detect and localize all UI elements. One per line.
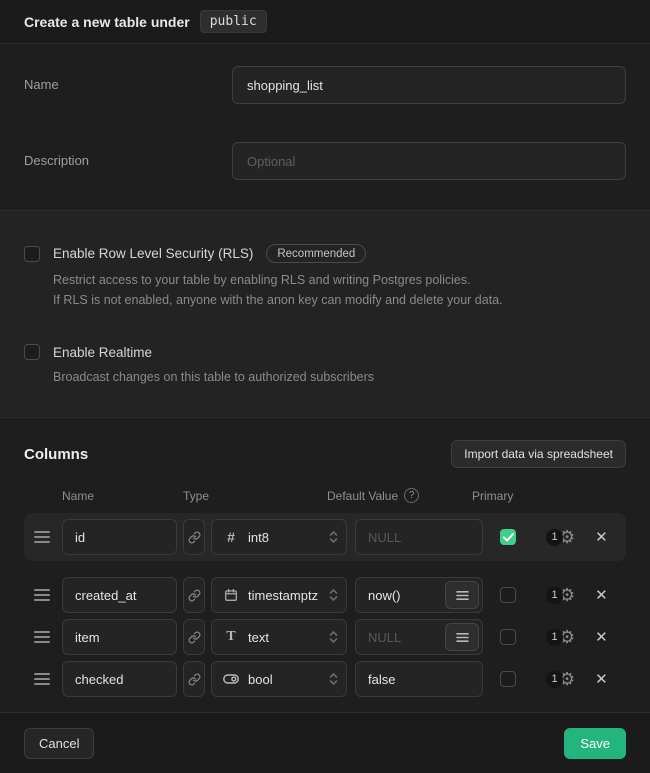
chevron-up-down-icon [329,672,338,686]
column-row: # int8 1 ⚙ ✕ [24,513,626,561]
table-description-input[interactable] [232,142,626,180]
realtime-checkbox[interactable] [24,344,40,360]
column-type-select[interactable]: # int8 [211,519,347,555]
column-row: timestamptz 1 ⚙ ✕ [24,576,626,614]
primary-checkbox[interactable] [500,587,516,603]
realtime-option: Enable Realtime Broadcast changes on thi… [24,344,626,387]
column-type-label: text [248,630,329,645]
rls-option: Enable Row Level Security (RLS) Recommen… [24,244,626,310]
realtime-label: Enable Realtime [53,345,152,360]
remove-column-button[interactable]: ✕ [595,528,608,546]
column-settings-button[interactable]: 1 ⚙ [546,670,575,688]
dialog-footer: Cancel Save [0,712,650,773]
toggle-icon [222,673,240,685]
column-type-select[interactable]: T text [211,619,347,655]
column-row: T text 1 ⚙ ✕ [24,618,626,656]
dialog-title: Create a new table under [24,14,190,30]
columns-grid-headers: Name Type Default Value ? Primary [24,488,626,503]
foreign-key-link-icon[interactable] [183,577,205,613]
column-row: bool 1 ⚙ ✕ [24,660,626,698]
remove-column-button[interactable]: ✕ [595,586,608,604]
column-name-input[interactable] [62,619,177,655]
column-type-label: timestamptz [248,588,329,603]
rls-label: Enable Row Level Security (RLS) [53,246,253,261]
primary-checkbox[interactable] [500,529,516,545]
column-type-label: int8 [248,530,329,545]
calendar-icon [222,588,240,602]
columns-section: Columns Import data via spreadsheet Name… [0,418,650,712]
realtime-description: Broadcast changes on this table to autho… [53,367,626,387]
settings-count-badge: 1 [546,587,563,604]
header-type: Type [183,489,327,503]
header-default-value: Default Value ? [327,488,427,503]
rls-checkbox[interactable] [24,246,40,262]
drag-handle-icon[interactable] [34,589,50,601]
column-type-select[interactable]: bool [211,661,347,697]
column-name-input[interactable] [62,519,177,555]
cancel-button[interactable]: Cancel [24,728,94,759]
schema-badge: public [200,10,267,33]
settings-count-badge: 1 [546,529,563,546]
settings-count-badge: 1 [546,671,563,688]
default-suggestions-button[interactable] [445,581,479,609]
name-label: Name [24,66,232,92]
column-rows: # int8 1 ⚙ ✕ [24,513,626,698]
hash-icon: # [222,529,240,545]
remove-column-button[interactable]: ✕ [595,670,608,688]
column-name-input[interactable] [62,577,177,613]
header-primary: Primary [472,489,513,503]
default-value-help-icon[interactable]: ? [404,488,419,503]
column-type-label: bool [248,672,329,687]
foreign-key-link-icon[interactable] [183,519,205,555]
foreign-key-link-icon[interactable] [183,619,205,655]
column-settings-button[interactable]: 1 ⚙ [546,586,575,604]
drag-handle-icon[interactable] [34,673,50,685]
recommended-badge: Recommended [266,244,366,263]
text-icon: T [222,629,240,645]
primary-checkbox[interactable] [500,671,516,687]
rls-description: Restrict access to your table by enablin… [53,270,626,310]
drag-handle-icon[interactable] [34,631,50,643]
options-section: Enable Row Level Security (RLS) Recommen… [0,210,650,418]
column-type-select[interactable]: timestamptz [211,577,347,613]
remove-column-button[interactable]: ✕ [595,628,608,646]
chevron-up-down-icon [329,530,338,544]
import-spreadsheet-button[interactable]: Import data via spreadsheet [451,440,626,468]
default-suggestions-button[interactable] [445,623,479,651]
column-settings-button[interactable]: 1 ⚙ [546,628,575,646]
chevron-up-down-icon [329,630,338,644]
column-name-input[interactable] [62,661,177,697]
chevron-up-down-icon [329,588,338,602]
settings-count-badge: 1 [546,629,563,646]
column-default-input[interactable] [355,519,483,555]
columns-title: Columns [24,446,88,463]
foreign-key-link-icon[interactable] [183,661,205,697]
table-name-input[interactable] [232,66,626,104]
save-button[interactable]: Save [564,728,626,759]
dialog-header: Create a new table under public [0,0,650,44]
column-settings-button[interactable]: 1 ⚙ [546,528,575,546]
column-default-input[interactable] [355,661,483,697]
primary-checkbox[interactable] [500,629,516,645]
drag-handle-icon[interactable] [34,531,50,543]
basic-info-section: Name Description [0,44,650,210]
header-name: Name [62,489,183,503]
description-label: Description [24,142,232,168]
